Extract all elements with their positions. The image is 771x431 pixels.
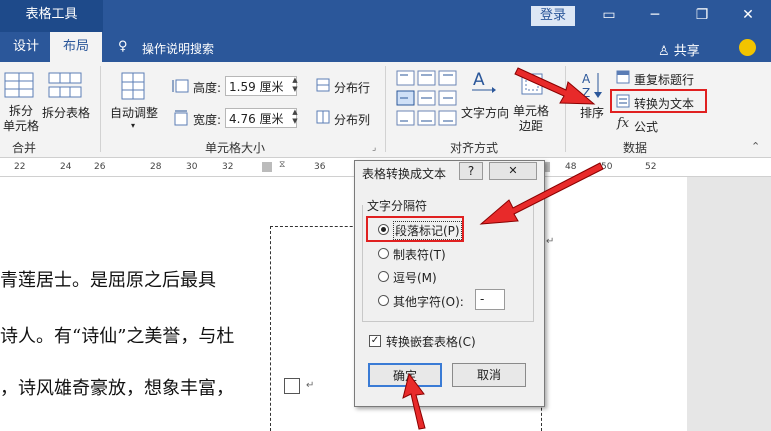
tab-option-label: 制表符(T) [393, 248, 446, 262]
cell-margins-button[interactable] [520, 72, 544, 96]
distribute-cols-button[interactable]: 分布列 [334, 111, 370, 128]
divider [385, 66, 386, 152]
ruler-tick: 32 [222, 162, 234, 172]
tab-row [0, 32, 771, 62]
radio-tab[interactable] [378, 248, 389, 259]
share-label: 共享 [673, 44, 700, 59]
ruler-tick: 50 [601, 162, 613, 172]
height-field[interactable]: 1.59 厘米 [225, 76, 297, 96]
svg-text:A: A [473, 70, 485, 90]
split-cells-label: 拆分 单元格 [3, 104, 40, 133]
ruler-tick: 26 [94, 162, 106, 172]
text-direction-label: 文字方向 [461, 106, 510, 120]
column-marker[interactable] [262, 162, 272, 172]
dialog-close-button[interactable]: ✕ [489, 162, 537, 180]
split-table-button[interactable] [48, 72, 82, 98]
cell-margins-label: 单元格 边距 [513, 104, 550, 133]
svg-text:A: A [582, 72, 591, 86]
dialog-help-button[interactable]: ? [459, 162, 483, 180]
width-stepper[interactable]: ▲ ▼ [290, 108, 300, 128]
table-cell-text[interactable]: 青莲居士。是屈原之后最具 [0, 266, 216, 292]
repeat-header-icon [616, 70, 630, 84]
ruler-tick: 28 [150, 162, 162, 172]
height-stepper[interactable]: ▲ ▼ [290, 76, 300, 96]
autofit-label: 自动调整 [110, 106, 159, 120]
highlight-box [366, 216, 464, 242]
sort-icon: AZ [582, 72, 602, 100]
formula-button[interactable]: 公式 [634, 118, 658, 135]
ruler-tick: 48 [565, 162, 577, 172]
distribute-rows-button[interactable]: 分布行 [334, 79, 370, 96]
ruler-tick: 36 [314, 162, 326, 172]
collapse-ribbon-icon[interactable]: ⌃ [751, 140, 760, 153]
height-icon [172, 78, 190, 94]
split-cells-button[interactable] [4, 72, 34, 98]
other-char-input[interactable]: - [475, 289, 505, 310]
cancel-button[interactable]: 取消 [452, 363, 526, 387]
ruler-tick: 52 [645, 162, 657, 172]
sort-button[interactable]: AZ [581, 70, 603, 100]
height-label: 高度: [193, 81, 222, 95]
alignment-group-label: 对齐方式 [450, 141, 499, 155]
distribute-rows-icon [316, 78, 330, 92]
empty-cell-marker[interactable] [284, 378, 300, 394]
table-cell-text[interactable]: ，诗风雄奇豪放，想象丰富， [0, 374, 234, 400]
tab-design[interactable]: 设计 [6, 32, 46, 62]
merge-group-label: 合并 [12, 141, 37, 155]
sort-label: 排序 [580, 106, 605, 120]
search-help-input[interactable]: 操作说明搜索 [142, 40, 214, 57]
radio-comma[interactable] [378, 271, 389, 282]
split-table-icon [48, 72, 82, 98]
svg-text:Z: Z [582, 86, 590, 100]
align-icons [396, 70, 457, 126]
data-group-label: 数据 [623, 141, 648, 155]
close-window-icon[interactable]: ✕ [728, 0, 768, 32]
restore-icon[interactable]: ❐ [682, 0, 722, 32]
distribute-cols-icon [316, 110, 330, 124]
width-label: 宽度: [193, 113, 222, 127]
formula-icon: fx [617, 116, 630, 131]
table-border [270, 226, 271, 431]
text-direction-icon: A [472, 70, 496, 93]
dialog-launcher-icon[interactable]: ⌟ [372, 143, 376, 153]
divider [100, 66, 101, 152]
table-tools-title: 表格工具 [0, 0, 103, 32]
other-option-label: 其他字符(O): [393, 295, 464, 309]
paragraph-mark-icon: ↵ [546, 236, 555, 247]
person-icon: ♙ [658, 44, 670, 59]
text-direction-button[interactable]: A [470, 68, 496, 98]
split-cells-icon [4, 72, 34, 98]
smiley-icon[interactable] [739, 39, 756, 56]
alignment-grid [396, 70, 458, 126]
width-field[interactable]: 4.76 厘米 [225, 108, 297, 128]
nested-tables-checkbox[interactable]: ✓ [369, 335, 381, 347]
ruler-tick: 24 [60, 162, 72, 172]
autofit-icon [121, 72, 145, 100]
paragraph-mark-icon: ↵ [306, 380, 315, 391]
indent-marker-icon[interactable]: ⧖ [279, 160, 285, 170]
minimize-icon[interactable]: ─ [635, 0, 675, 32]
table-cell-text[interactable]: 诗人。有“诗仙”之美誉，与杜 [0, 322, 234, 348]
lightbulb-icon: ♀ [118, 39, 128, 54]
ruler-tick: 22 [14, 162, 26, 172]
autofit-dropdown-icon[interactable]: ▾ [131, 121, 135, 130]
login-button[interactable]: 登录 [531, 6, 575, 26]
cell-size-group-label: 单元格大小 [205, 141, 266, 155]
highlight-box [610, 89, 707, 113]
dialog-title: 表格转换成文本 [362, 167, 447, 181]
ribbon-display-icon[interactable]: ▭ [589, 0, 629, 32]
ruler-tick: 30 [186, 162, 198, 172]
comma-option-label: 逗号(M) [393, 271, 437, 285]
autofit-button[interactable] [120, 72, 146, 100]
nested-tables-label: 转换嵌套表格(C) [386, 335, 476, 349]
tab-layout[interactable]: 布局 [50, 32, 102, 62]
width-icon [172, 110, 190, 126]
radio-other[interactable] [378, 295, 389, 306]
divider [565, 66, 566, 152]
split-table-label: 拆分表格 [42, 106, 91, 120]
repeat-header-button[interactable]: 重复标题行 [634, 71, 694, 88]
cell-margins-icon [521, 73, 543, 95]
ok-button[interactable]: 确定 [368, 363, 442, 387]
share-button[interactable]: ♙ 共享 [658, 40, 700, 59]
